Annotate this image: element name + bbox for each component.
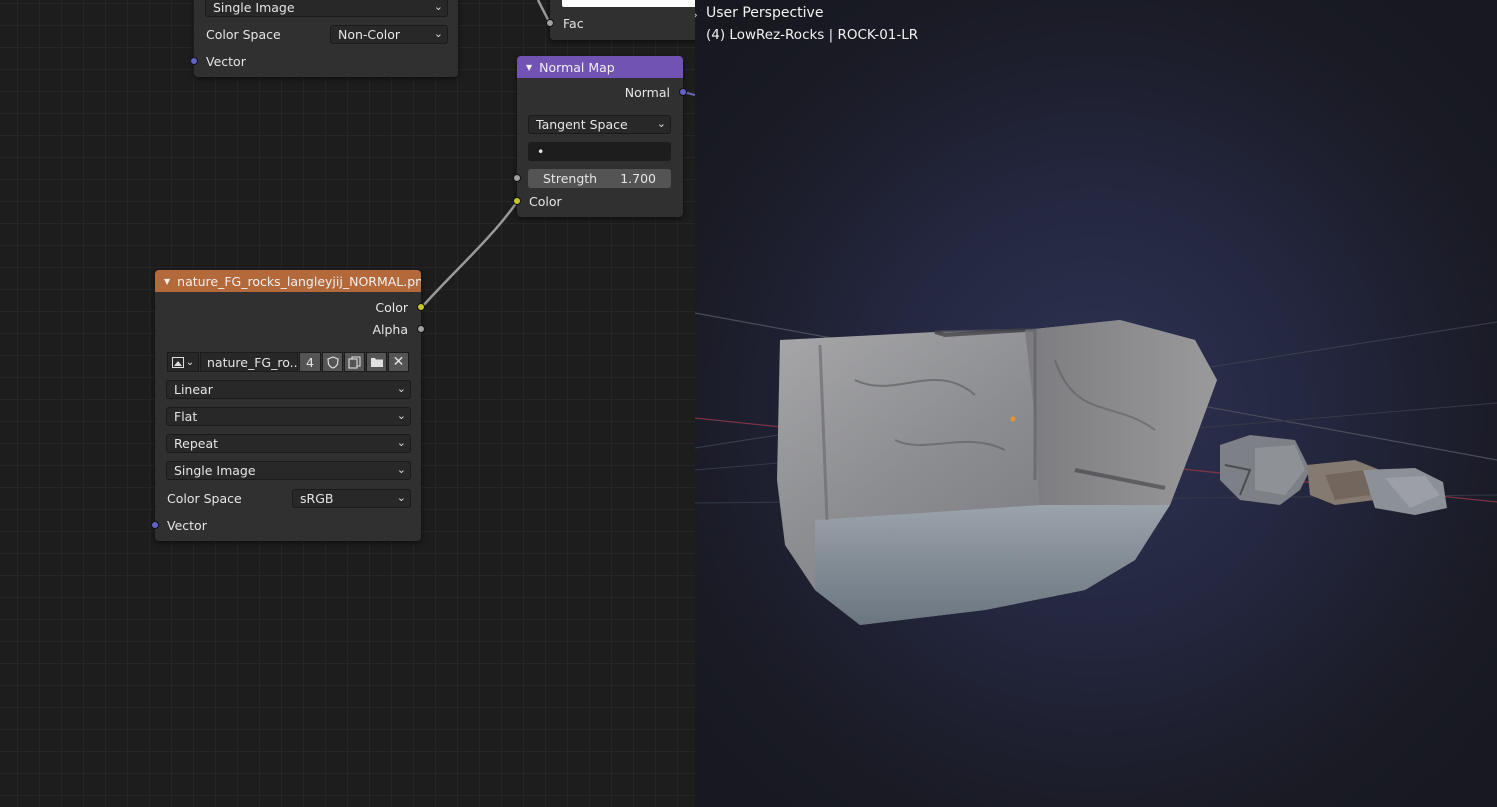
link-color-to-normal-map bbox=[421, 201, 519, 308]
vector-input-socket[interactable] bbox=[151, 521, 159, 529]
interpolation-value: Linear bbox=[174, 382, 213, 397]
image-texture-title: nature_FG_rocks_langleyjij_NORMAL.pn... bbox=[177, 273, 421, 289]
open-image-button[interactable] bbox=[366, 352, 387, 372]
user-count[interactable]: 4 bbox=[299, 352, 321, 372]
strength-label: Strength bbox=[543, 171, 598, 186]
normal-output-socket[interactable] bbox=[679, 88, 687, 96]
copy-icon bbox=[348, 355, 361, 369]
mix-node[interactable]: Fac bbox=[546, 0, 695, 40]
top-vector-socket[interactable] bbox=[190, 57, 198, 65]
image-datablock[interactable]: ⌄ nature_FG_ro... 4 ✕ bbox=[167, 352, 410, 372]
folder-icon bbox=[370, 358, 383, 367]
normal-map-title: Normal Map bbox=[539, 59, 615, 75]
chevron-down-icon: ⌄ bbox=[396, 436, 406, 449]
chevron-down-icon: ⌄ bbox=[433, 0, 443, 13]
close-icon: ✕ bbox=[392, 354, 405, 370]
color-output-socket[interactable] bbox=[417, 303, 425, 311]
chevron-down-icon: ⌄ bbox=[185, 356, 195, 368]
interpolation-dropdown[interactable]: Linear ⌄ bbox=[166, 380, 411, 399]
image-name-field[interactable]: nature_FG_ro... bbox=[200, 352, 298, 372]
color-input-label: Color bbox=[529, 193, 562, 209]
strength-field[interactable]: Strength 1.700 bbox=[528, 169, 671, 188]
vector-input-label: Vector bbox=[167, 517, 207, 533]
top-source-dropdown[interactable]: Single Image ⌄ bbox=[205, 0, 448, 17]
unlink-button[interactable]: ✕ bbox=[388, 352, 409, 372]
space-value: Tangent Space bbox=[536, 117, 628, 132]
alpha-output-socket[interactable] bbox=[417, 325, 425, 333]
image-browse-button[interactable]: ⌄ bbox=[167, 352, 199, 372]
uv-map-value: • bbox=[537, 144, 545, 159]
color-input-socket[interactable] bbox=[513, 197, 521, 205]
top-vector-label: Vector bbox=[206, 53, 246, 69]
color-space-dropdown[interactable]: sRGB ⌄ bbox=[292, 489, 411, 508]
alpha-output-label: Alpha bbox=[372, 321, 408, 337]
projection-dropdown[interactable]: Flat ⌄ bbox=[166, 407, 411, 426]
duplicate-button[interactable] bbox=[344, 352, 365, 372]
uv-map-field[interactable]: • bbox=[528, 142, 671, 161]
top-image-texture-node[interactable]: Single Image ⌄ Color Space Non-Color ⌄ V… bbox=[190, 0, 458, 77]
top-source-value: Single Image bbox=[213, 0, 295, 15]
user-count-value: 4 bbox=[306, 354, 314, 370]
top-color-space-dropdown[interactable]: Non-Color ⌄ bbox=[330, 25, 448, 44]
chevron-down-icon: ⌄ bbox=[656, 117, 666, 130]
normal-output-label: Normal bbox=[624, 84, 670, 100]
color-space-value: sRGB bbox=[300, 491, 334, 506]
strength-socket[interactable] bbox=[513, 174, 521, 182]
fac-label: Fac bbox=[563, 15, 584, 31]
shield-icon bbox=[326, 355, 339, 369]
normal-map-node[interactable]: ▼ Normal Map Normal Tangent Space ⌄ • St… bbox=[513, 56, 687, 217]
node-editor[interactable]: Single Image ⌄ Color Space Non-Color ⌄ V… bbox=[0, 0, 695, 807]
chevron-down-icon: ⌄ bbox=[396, 382, 406, 395]
3d-viewport[interactable]: › User Perspective (4) LowRez-Rocks | RO… bbox=[695, 0, 1497, 807]
chevron-down-icon: ⌄ bbox=[396, 491, 406, 504]
origin-dot bbox=[1010, 416, 1016, 422]
color-output-label: Color bbox=[375, 299, 408, 315]
extension-dropdown[interactable]: Repeat ⌄ bbox=[166, 434, 411, 453]
top-color-space-value: Non-Color bbox=[338, 27, 401, 42]
fac-socket[interactable] bbox=[546, 19, 554, 27]
mix-color-swatch[interactable] bbox=[562, 0, 695, 7]
source-value: Single Image bbox=[174, 463, 256, 478]
fake-user-button[interactable] bbox=[322, 352, 343, 372]
color-space-label: Color Space bbox=[167, 490, 242, 506]
rock-small-1 bbox=[1220, 435, 1310, 505]
image-texture-node[interactable]: ▼ nature_FG_rocks_langleyjij_NORMAL.pn..… bbox=[151, 270, 425, 541]
triangle-down-icon[interactable]: ▼ bbox=[526, 63, 532, 72]
viewport-scene bbox=[695, 312, 1497, 625]
object-label: (4) LowRez-Rocks | ROCK-01-LR bbox=[706, 27, 919, 43]
image-texture-header[interactable]: ▼ nature_FG_rocks_langleyjij_NORMAL.pn..… bbox=[155, 270, 421, 292]
extension-value: Repeat bbox=[174, 436, 219, 451]
image-name: nature_FG_ro... bbox=[207, 354, 298, 370]
source-dropdown[interactable]: Single Image ⌄ bbox=[166, 461, 411, 480]
image-icon bbox=[171, 356, 184, 368]
projection-value: Flat bbox=[174, 409, 198, 424]
chevron-right-icon[interactable]: › bbox=[695, 8, 698, 22]
viewport-info: User Perspective (4) LowRez-Rocks | ROCK… bbox=[706, 2, 918, 46]
chevron-down-icon: ⌄ bbox=[433, 27, 443, 40]
strength-value: 1.700 bbox=[620, 171, 656, 186]
top-color-space-label: Color Space bbox=[206, 26, 281, 42]
rock-main bbox=[777, 320, 1217, 625]
rock-small-3 bbox=[1363, 468, 1447, 515]
triangle-down-icon[interactable]: ▼ bbox=[164, 277, 170, 286]
space-dropdown[interactable]: Tangent Space ⌄ bbox=[528, 115, 671, 134]
chevron-down-icon: ⌄ bbox=[396, 463, 406, 476]
normal-map-header[interactable]: ▼ Normal Map bbox=[517, 56, 683, 78]
view-label: User Perspective bbox=[706, 5, 824, 21]
chevron-down-icon: ⌄ bbox=[396, 409, 406, 422]
